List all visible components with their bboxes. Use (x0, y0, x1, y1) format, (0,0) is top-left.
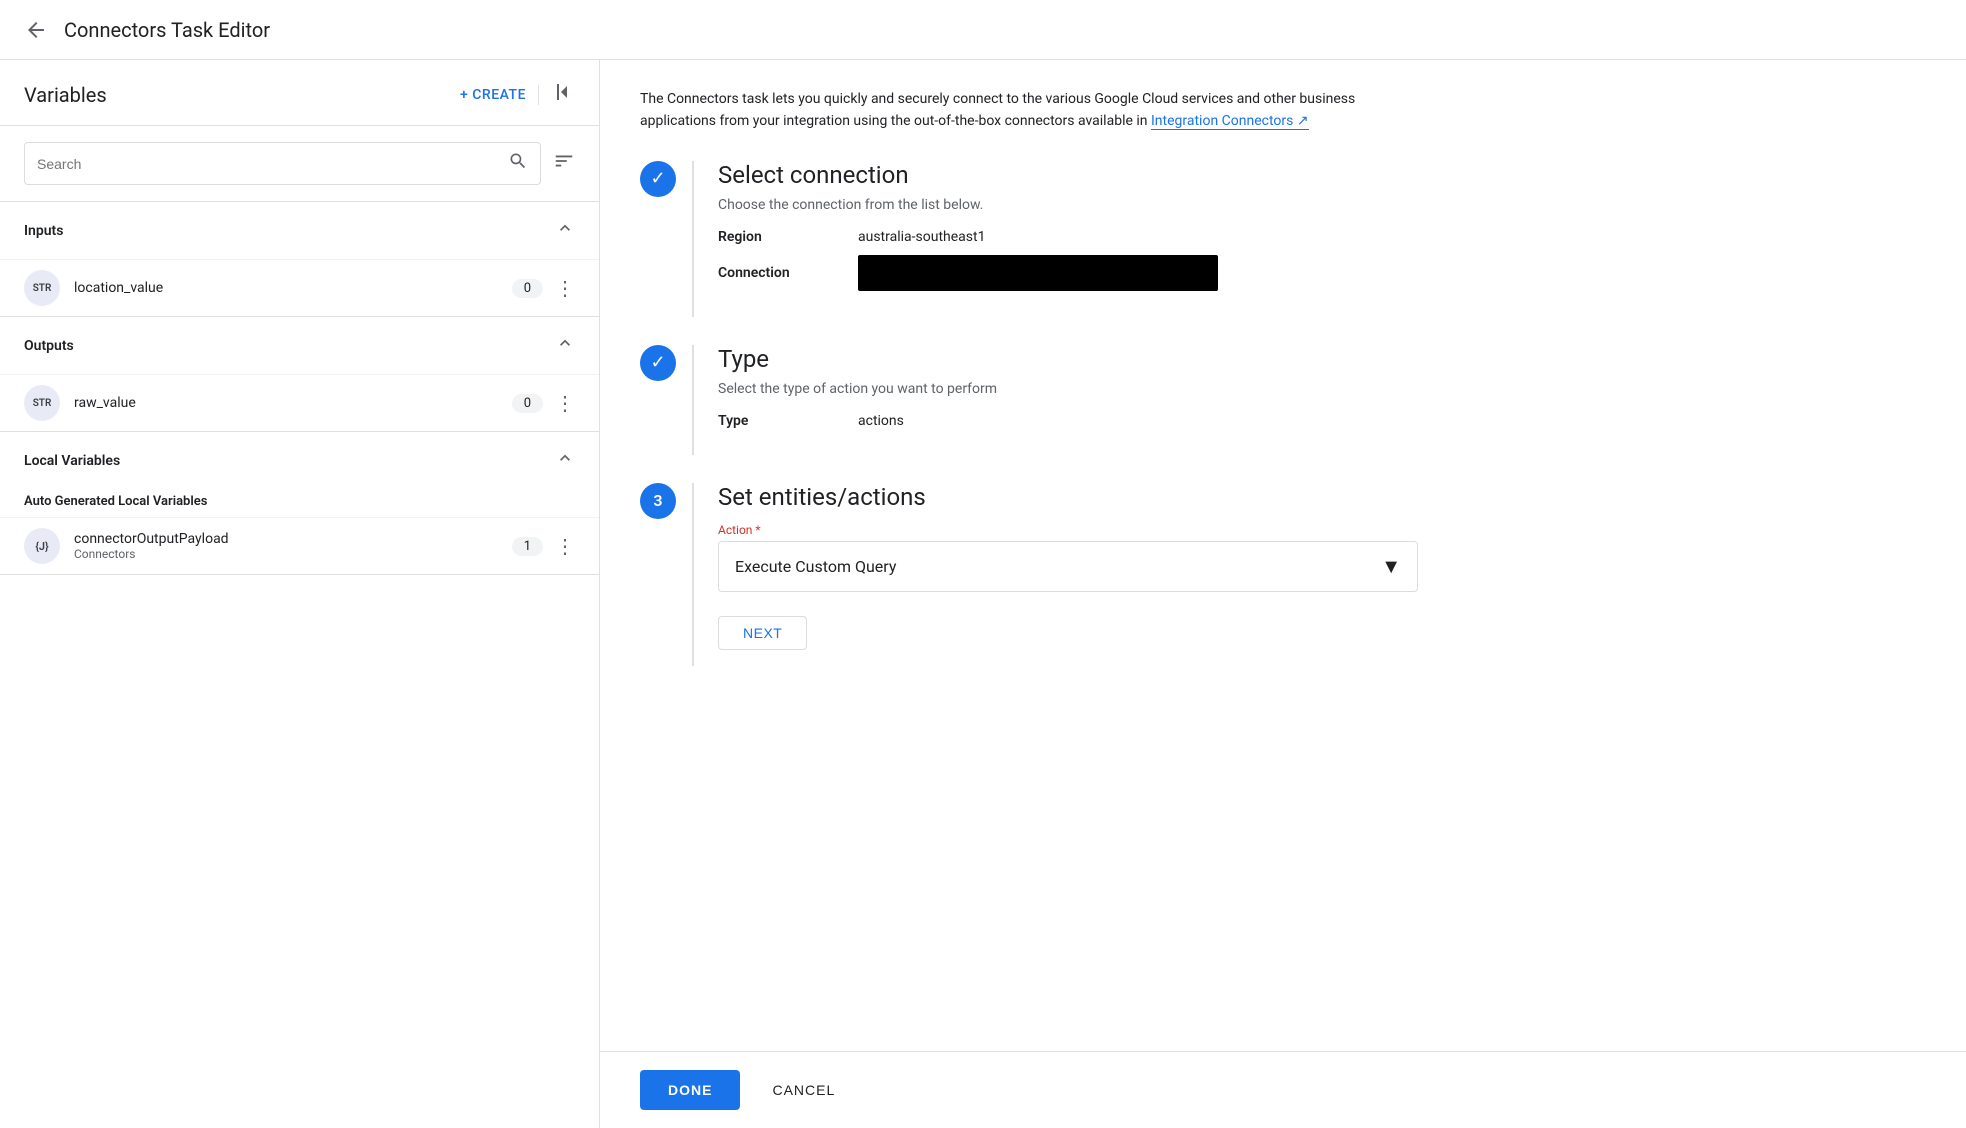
search-input-wrap[interactable] (24, 142, 541, 185)
step1-icon: ✓ (640, 161, 676, 197)
variable-name: connectorOutputPayload (74, 531, 512, 547)
main-layout: Variables + CREATE (0, 60, 1966, 1128)
type-label: Type (718, 413, 858, 429)
outputs-section: Outputs STR raw_value 0 ⋮ (0, 317, 599, 432)
inputs-chevron-icon (555, 218, 575, 243)
variable-name: location_value (74, 280, 512, 296)
local-variables-section: Local Variables Auto Generated Local Var… (0, 432, 599, 575)
create-button[interactable]: + CREATE (460, 87, 526, 103)
done-button[interactable]: DONE (640, 1070, 740, 1110)
variable-name: raw_value (74, 395, 512, 411)
step-select-connection: ✓ Select connection Choose the connectio… (640, 161, 1926, 317)
filter-icon[interactable] (553, 150, 575, 177)
right-content: The Connectors task lets you quickly and… (600, 60, 1966, 1051)
next-button[interactable]: NEXT (718, 616, 807, 650)
step1-title: Select connection (718, 161, 1926, 189)
variable-count: 0 (512, 279, 543, 298)
step3-title: Set entities/actions (718, 483, 1926, 511)
list-item: {J} connectorOutputPayload Connectors 1 … (0, 517, 599, 574)
step1-content: Select connection Choose the connection … (692, 161, 1926, 317)
step3-icon: 3 (640, 483, 676, 519)
inputs-title: Inputs (24, 223, 63, 239)
step2-title: Type (718, 345, 1926, 373)
action-required-label: Action * (718, 523, 1926, 537)
variables-title: Variables (24, 83, 107, 107)
description-text: The Connectors task lets you quickly and… (640, 88, 1420, 133)
connection-label: Connection (718, 265, 858, 281)
local-variables-chevron-icon (555, 448, 575, 473)
back-button[interactable] (24, 18, 48, 42)
inputs-section: Inputs STR location_value 0 ⋮ (0, 202, 599, 317)
region-field-row: Region australia-southeast1 (718, 229, 1926, 245)
step-type: ✓ Type Select the type of action you wan… (640, 345, 1926, 455)
integration-connectors-link[interactable]: Integration Connectors ↗ (1151, 113, 1309, 130)
connection-value-redacted (858, 255, 1218, 291)
left-panel: Variables + CREATE (0, 60, 600, 1128)
variable-sub: Connectors (74, 547, 512, 561)
left-panel-actions: + CREATE (460, 80, 575, 109)
step1-desc: Choose the connection from the list belo… (718, 197, 1926, 213)
cancel-button[interactable]: CANCEL (756, 1070, 851, 1110)
local-variables-section-header[interactable]: Local Variables (0, 432, 599, 489)
step3-content: Set entities/actions Action * Execute Cu… (692, 483, 1926, 666)
action-select-dropdown[interactable]: Execute Custom Query ▼ (718, 541, 1418, 592)
page-title: Connectors Task Editor (64, 18, 270, 42)
divider (538, 85, 539, 105)
variable-more-icon[interactable]: ⋮ (555, 276, 575, 300)
region-label: Region (718, 229, 858, 245)
connection-field-row: Connection (718, 255, 1926, 291)
variable-badge: {J} (24, 528, 60, 564)
list-item: STR raw_value 0 ⋮ (0, 374, 599, 431)
auto-generated-label: Auto Generated Local Variables (24, 494, 207, 509)
local-variables-title: Local Variables (24, 453, 120, 469)
outputs-chevron-icon (555, 333, 575, 358)
search-input[interactable] (37, 156, 508, 172)
variable-more-icon[interactable]: ⋮ (555, 391, 575, 415)
search-icon (508, 151, 528, 176)
dropdown-arrow-icon: ▼ (1381, 554, 1401, 579)
step2-content: Type Select the type of action you want … (692, 345, 1926, 455)
step2-desc: Select the type of action you want to pe… (718, 381, 1926, 397)
outputs-title: Outputs (24, 338, 74, 354)
list-item: STR location_value 0 ⋮ (0, 259, 599, 316)
step-set-entities: 3 Set entities/actions Action * Execute … (640, 483, 1926, 666)
variable-badge: STR (24, 385, 60, 421)
variable-more-icon[interactable]: ⋮ (555, 534, 575, 558)
search-container (0, 126, 599, 202)
action-select-value: Execute Custom Query (735, 557, 896, 576)
region-value: australia-southeast1 (858, 229, 985, 245)
type-field-row: Type actions (718, 413, 1926, 429)
header: Connectors Task Editor (0, 0, 1966, 60)
variable-count: 0 (512, 394, 543, 413)
variable-count: 1 (512, 537, 543, 556)
type-value: actions (858, 413, 904, 429)
bottom-actions: DONE CANCEL (600, 1051, 1966, 1128)
right-panel: The Connectors task lets you quickly and… (600, 60, 1966, 1128)
variable-badge: STR (24, 270, 60, 306)
collapse-icon[interactable] (551, 80, 575, 109)
left-panel-header: Variables + CREATE (0, 60, 599, 126)
inputs-section-header[interactable]: Inputs (0, 202, 599, 259)
step2-icon: ✓ (640, 345, 676, 381)
outputs-section-header[interactable]: Outputs (0, 317, 599, 374)
